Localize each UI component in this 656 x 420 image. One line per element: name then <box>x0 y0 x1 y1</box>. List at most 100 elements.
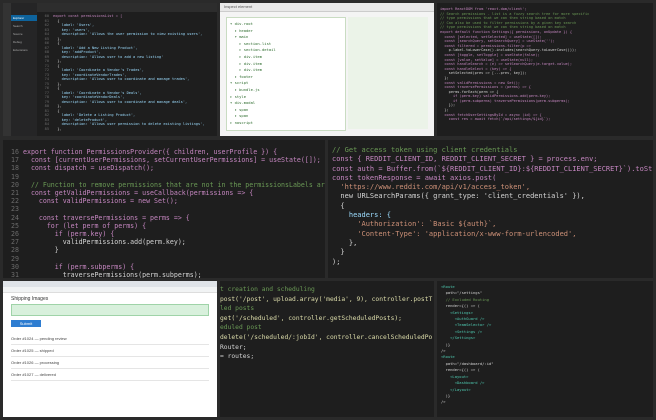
dom-node[interactable]: ▸ header <box>230 28 342 35</box>
sidebar-item[interactable]: Search <box>11 23 37 29</box>
code-text: description: 'Allows user to coordinate … <box>53 77 190 81</box>
sidebar-item[interactable]: Debug <box>11 39 37 45</box>
code-line: 21 const getValidPermissions = useCallba… <box>5 189 325 197</box>
code-text: const [searchQuery, setSearchQuery] = us… <box>440 39 555 44</box>
code-text: <Dashboard /> <box>441 380 485 386</box>
code-line: Router; <box>220 343 432 353</box>
line-number: 28 <box>11 246 19 255</box>
dom-node[interactable]: ▸ style <box>230 94 342 101</box>
code-text: label: 'Add a New Listing Product', <box>53 45 138 50</box>
code-line: = routes; <box>220 352 432 362</box>
code-text: { <box>53 41 60 45</box>
code-text: // Excluded Routing <box>441 296 490 302</box>
code-line: { <box>332 202 653 211</box>
code-text: label: 'Users', <box>53 23 95 27</box>
dom-node[interactable]: ▸ span <box>230 107 342 114</box>
activity-bar <box>3 3 11 136</box>
code-line: delete('/scheduled/:jobId', controller.c… <box>220 333 432 343</box>
code-text: const res = await fetch(`/api/settings/$… <box>440 117 551 122</box>
code-line: t creation and scheduling <box>220 285 432 295</box>
code-text: const traversePermissions = perms => { <box>23 213 190 222</box>
code-text: path="/settings" <box>441 290 483 296</box>
tile-editor-permissions-list: Explorer Search Source Debug Extensions perm… <box>3 3 217 136</box>
code-text: }, <box>332 238 358 247</box>
code-text: const handleSelect = (key) => { <box>440 66 512 71</box>
tile-editor-routes: t creation and scheduling post('/post', u… <box>220 281 434 417</box>
list-item[interactable]: Order #1026 — processing <box>11 357 209 369</box>
dom-node[interactable]: ▸ section.list <box>230 41 342 48</box>
dom-node[interactable]: ▾ main <box>230 34 342 41</box>
code-line: 30 if (perm.subperms) { <box>5 263 325 271</box>
devtools-side-panel <box>348 17 428 129</box>
code-text: // Get access token using client credent… <box>332 146 518 154</box>
code-text: Router; <box>220 343 247 351</box>
code-text: post('/post', upload.array('media', 9), … <box>220 295 433 303</box>
code-text: label: 'Delete a Listing Product', <box>53 113 136 117</box>
code-line: 17 const [currentUserPermissions, setCur… <box>5 156 325 164</box>
code-text: )} <box>441 392 451 398</box>
code-text: const tokenResponse = await axios.post( <box>332 173 497 182</box>
tile-editor-permissions-provider: 16 export function PermissionsProvider({ … <box>3 140 325 278</box>
code-text: path="/dashboard/:id" <box>441 360 494 366</box>
code-line: 'Authorization': `Basic ${auth}`, <box>332 220 653 229</box>
code-line: 27 validPermissions.add(perm.key); <box>5 238 325 246</box>
dom-node[interactable]: ▸ span <box>230 113 342 120</box>
code-text: // type permissions that we can then str… <box>440 16 566 21</box>
code-line: led posts <box>220 304 432 314</box>
code-line: new URLSearchParams({ grant_type: 'clien… <box>332 192 653 201</box>
list-item[interactable]: Order #1025 — shipped <box>11 345 209 357</box>
dom-node[interactable]: ▾ script <box>230 80 342 87</box>
tile-web-app: Shipping Images Submit Order #1024 — pen… <box>3 281 217 417</box>
line-number: 30 <box>11 262 19 271</box>
dom-node[interactable]: ▸ div.item <box>230 54 342 61</box>
dom-node[interactable]: ▸ footer <box>230 74 342 81</box>
code-text: p.label.toLowerCase().includes(searchQue… <box>440 48 577 53</box>
code-line: } <box>332 248 653 257</box>
code-text: { <box>53 86 60 90</box>
line-number: 26 <box>11 230 19 239</box>
code-line: 20 // Function to remove permissions tha… <box>5 181 325 189</box>
sidebar-item[interactable]: Extensions <box>11 47 37 53</box>
submit-button[interactable]: Submit <box>11 320 41 327</box>
code-text: label: 'Coordinate a Vendor's Deals', <box>53 90 142 95</box>
code-line: 16 export function PermissionsProvider({ … <box>5 148 325 156</box>
code-text: } <box>23 246 59 255</box>
code-text: const filtered = permissions.filter(p => <box>440 43 531 48</box>
dom-node[interactable]: ▸ div.item <box>230 67 342 74</box>
code-area: 60 export const permissionsList = [61 {62… <box>39 14 205 131</box>
code-text: render={() => ( <box>441 367 480 373</box>
dom-node[interactable]: ▾ div.modal <box>230 100 342 107</box>
code-line: const tokenResponse = await axios.post( <box>332 174 653 183</box>
code-text: const [selected, setSelected] = useState… <box>440 34 542 39</box>
editor-tabs: permissions.jsUserList.tsxroute.tsconfig… <box>37 3 217 12</box>
code-text: key: 'users', <box>53 27 90 32</box>
code-text: delete('/scheduled/:jobId', controller.c… <box>220 333 433 341</box>
sidebar-item[interactable]: Source <box>11 31 37 37</box>
list-item[interactable]: Order #1024 — pending review <box>11 333 209 345</box>
code-line: if (perm.subperms) traversePermissions(p… <box>440 99 589 104</box>
dom-node[interactable]: ▸ bundle.js <box>230 87 342 94</box>
dom-node[interactable]: ▾ div.root <box>230 21 342 28</box>
code-line: 'Content-Type': 'application/x-www-form-… <box>332 230 653 239</box>
code-text: const validPermissions = new Set(); <box>23 197 178 206</box>
code-line: eduled post <box>220 323 432 333</box>
code-line: 23 <box>5 205 325 213</box>
code-text: // Can also be used to filter permission… <box>440 20 577 25</box>
dom-node[interactable]: ▸ noscript <box>230 120 342 127</box>
code-text: key: 'coordinateVendorTrades', <box>53 72 127 77</box>
code-line: 25 for (let perm of perms) { <box>5 222 325 230</box>
code-text: </Layout> <box>441 386 471 392</box>
tile-editor-jsx-routes: <Route path="/settings" // Excluded Rout… <box>437 281 653 417</box>
code-text: key: 'addProduct', <box>53 50 101 54</box>
code-text: setSelected(prev => [...prev, key]); <box>440 71 527 76</box>
dom-node[interactable]: ▸ div.item <box>230 61 342 68</box>
code-line: }, <box>332 239 653 248</box>
sidebar-item[interactable]: Explorer <box>11 15 37 21</box>
line-number: 19 <box>11 172 19 181</box>
code-text: { <box>53 18 60 23</box>
dom-node[interactable]: ▸ section.detail <box>230 47 342 54</box>
code-text: key: 'deleteProduct', <box>53 117 108 122</box>
code-line: 28 } <box>5 246 325 254</box>
code-line: // Get access token using client credent… <box>332 146 653 155</box>
list-item[interactable]: Order #1027 — delivered <box>11 369 209 381</box>
